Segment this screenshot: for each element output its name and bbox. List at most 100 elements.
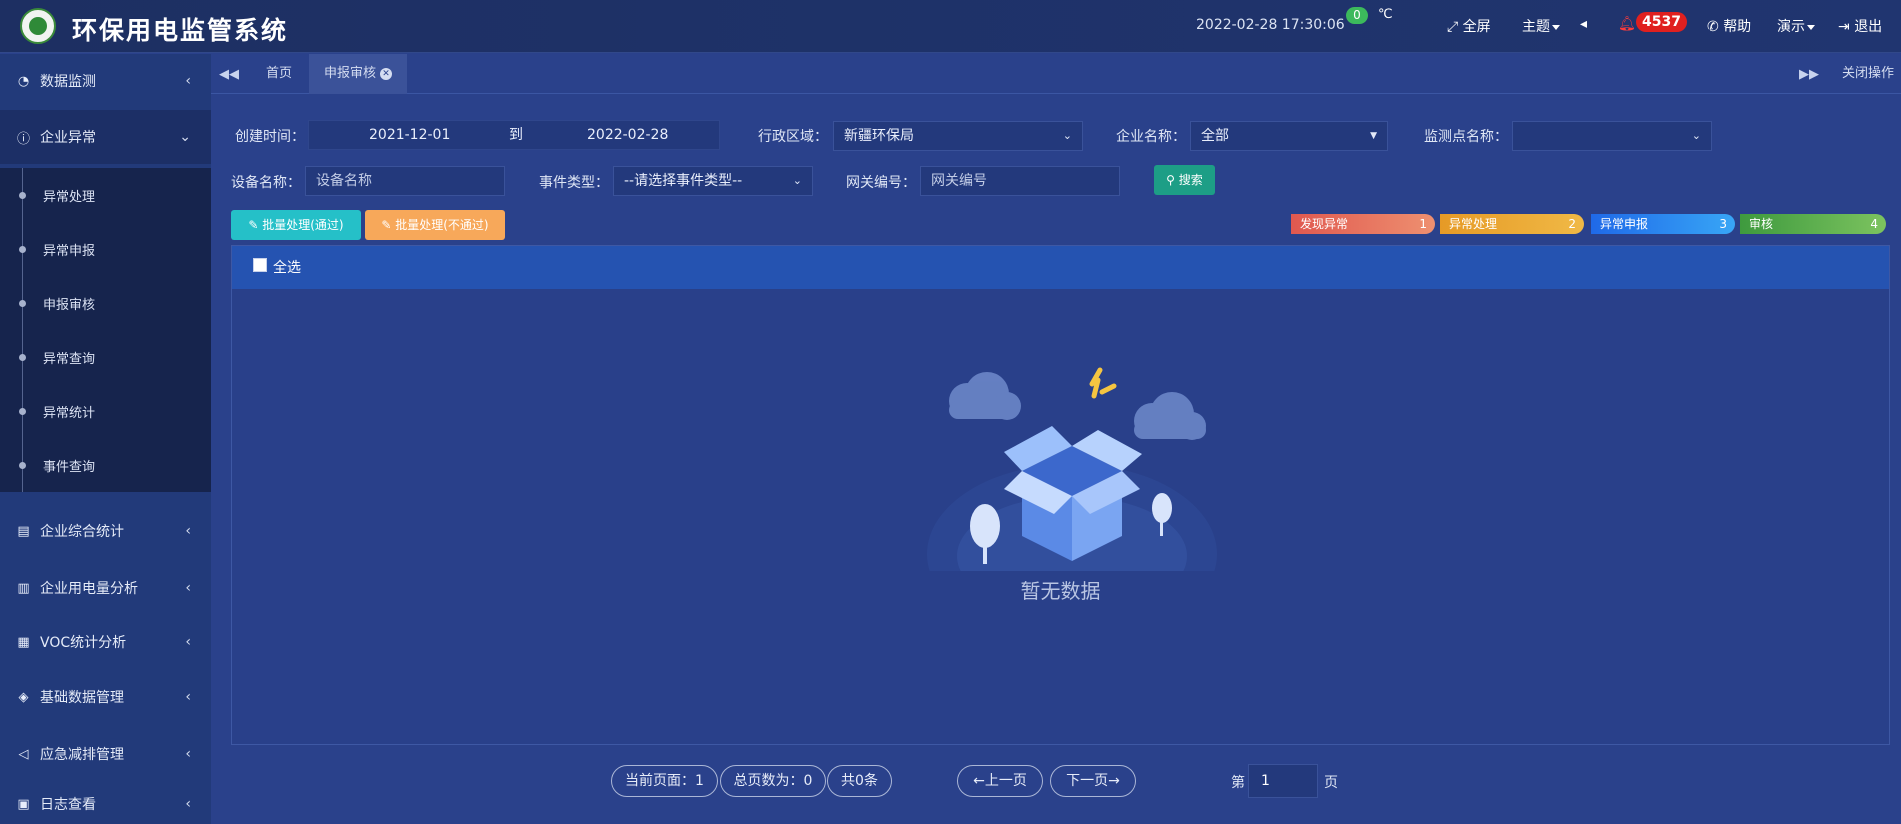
gateway-input[interactable]: 网关编号: [920, 166, 1120, 196]
pencil-icon: ✎: [248, 218, 259, 232]
tab-report-review[interactable]: 申报审核 ✕: [309, 54, 408, 94]
submenu-item-label: 异常查询: [43, 351, 96, 367]
sidebar-item-data-monitoring[interactable]: ◔ 数据监测 ‹: [0, 54, 211, 108]
submenu-item-event-query[interactable]: 事件查询: [0, 438, 211, 492]
pencil-icon: ✎: [381, 218, 392, 232]
search-icon: ⚲: [1166, 173, 1175, 187]
date-from-input[interactable]: 2021-12-01: [369, 121, 450, 149]
batch-pass-button[interactable]: ✎ 批量处理(通过): [231, 210, 361, 240]
temperature-unit: ℃: [1378, 7, 1393, 22]
double-left-icon: ◀◀: [219, 66, 239, 82]
step-number: 1: [1419, 217, 1427, 231]
total-count-info: 共0条: [827, 765, 892, 797]
submenu-item-label: 申报审核: [43, 297, 96, 313]
tab-home[interactable]: 首页: [251, 54, 307, 94]
calendar-icon: ▦: [17, 634, 30, 650]
bullet-icon: [19, 462, 26, 469]
company-select[interactable]: 全部 ▼: [1190, 121, 1388, 151]
submenu-item-label: 异常申报: [43, 243, 96, 259]
theme-menu[interactable]: 主题: [1522, 16, 1560, 36]
batch-pass-label: 批量处理(通过): [262, 218, 344, 232]
layers-icon: ◈: [18, 689, 29, 705]
sidebar: ◔ 数据监测 ‹ ⓘ 企业异常 ⌄ 异常处理 异常申报 申报审核 异常查询 异常…: [0, 54, 211, 824]
step-label: 异常处理: [1449, 217, 1498, 231]
step-review: 审核 4: [1740, 214, 1886, 234]
chevron-left-icon: ‹: [185, 73, 191, 89]
search-button[interactable]: ⚲ 搜索: [1154, 165, 1215, 195]
submenu-item-anomaly-stats[interactable]: 异常统计: [0, 384, 211, 438]
alert-circle-icon: ⓘ: [16, 131, 30, 147]
sidebar-item-voc-analysis[interactable]: ▦ VOC统计分析 ‹: [0, 615, 211, 669]
chevron-left-icon: ‹: [185, 523, 191, 539]
bullet-icon: [19, 246, 26, 253]
current-page-info: 当前页面：1: [611, 765, 718, 797]
event-type-select[interactable]: --请选择事件类型-- ⌄: [613, 166, 813, 196]
sidebar-item-label: VOC统计分析: [40, 635, 127, 651]
sidebar-item-power-analysis[interactable]: ▥ 企业用电量分析 ‹: [0, 561, 211, 615]
batch-reject-button[interactable]: ✎ 批量处理(不通过): [365, 210, 505, 240]
device-name-input[interactable]: 设备名称: [305, 166, 505, 196]
submenu-item-anomaly-report[interactable]: 异常申报: [0, 222, 211, 276]
help-button[interactable]: ✆ 帮助: [1707, 16, 1751, 36]
table-header: 全选: [232, 246, 1889, 289]
date-range-field[interactable]: 2021-12-01 到 2022-02-28: [308, 120, 720, 150]
total-pages-info: 总页数为：0: [720, 765, 826, 797]
bullet-icon: [19, 408, 26, 415]
chevron-down-icon: ⌄: [1691, 129, 1701, 142]
datetime-display: 2022-02-28 17:30:06: [1196, 17, 1345, 33]
data-table: 全选 暂无数据: [231, 245, 1890, 745]
demo-menu[interactable]: 演示: [1777, 16, 1815, 36]
sidebar-item-label: 企业综合统计: [40, 524, 124, 540]
submenu-item-label: 异常处理: [43, 189, 96, 205]
app-title: 环保用电监管系统: [72, 16, 289, 45]
chevron-left-icon: ‹: [185, 634, 191, 650]
bar-chart-icon: ▥: [17, 580, 30, 596]
step-anomaly-report: 异常申报 3: [1591, 214, 1735, 234]
fullscreen-icon: ⤢: [1447, 19, 1459, 35]
bell-icon[interactable]: 🔔︎: [1618, 16, 1636, 32]
sidebar-item-base-data[interactable]: ◈ 基础数据管理 ‹: [0, 670, 211, 724]
region-select[interactable]: 新疆环保局 ⌄: [833, 121, 1083, 151]
sidebar-item-enterprise-stats[interactable]: ▤ 企业综合统计 ‹: [0, 504, 211, 558]
collapse-left-button[interactable]: ◂: [1580, 16, 1587, 32]
bullet-icon: [19, 192, 26, 199]
device-name-label: 设备名称：: [231, 175, 301, 191]
prev-page-button[interactable]: ←上一页: [957, 765, 1043, 797]
region-label: 行政区域：: [758, 129, 828, 145]
fullscreen-button[interactable]: ⤢ 全屏: [1447, 16, 1491, 36]
dashboard-icon: ◔: [17, 73, 30, 89]
tab-scroll-left-button[interactable]: ◀◀: [211, 54, 247, 94]
submenu-item-anomaly-handling[interactable]: 异常处理: [0, 168, 211, 222]
created-time-label: 创建时间：: [235, 129, 305, 145]
sidebar-item-enterprise-anomaly[interactable]: ⓘ 企业异常 ⌄: [0, 110, 211, 164]
tab-label: 申报审核: [324, 66, 377, 81]
submenu-item-anomaly-query[interactable]: 异常查询: [0, 330, 211, 384]
sidebar-item-logs[interactable]: ▣ 日志查看 ‹: [0, 784, 211, 824]
event-type-label: 事件类型：: [539, 175, 609, 191]
chevron-down-icon: ⌄: [1062, 129, 1072, 142]
logout-button[interactable]: ⇥ 退出: [1838, 16, 1882, 36]
next-page-button[interactable]: 下一页→: [1050, 765, 1136, 797]
sidebar-item-label: 应急减排管理: [40, 747, 124, 763]
double-right-icon: ▶▶: [1799, 66, 1819, 82]
step-number: 3: [1719, 217, 1727, 231]
date-to-input[interactable]: 2022-02-28: [587, 121, 668, 149]
notification-badge[interactable]: 4537: [1636, 12, 1687, 32]
log-icon: ▣: [17, 796, 30, 812]
sidebar-item-emergency[interactable]: ◁ 应急减排管理 ‹: [0, 727, 211, 781]
select-all-checkbox[interactable]: [253, 258, 267, 272]
page-number-input[interactable]: 1: [1248, 764, 1318, 798]
close-icon[interactable]: ✕: [380, 67, 393, 80]
logout-label: 退出: [1854, 19, 1883, 35]
company-label: 企业名称：: [1116, 129, 1186, 145]
submenu-item-report-review[interactable]: 申报审核: [0, 276, 211, 330]
step-label: 异常申报: [1600, 217, 1649, 231]
tab-scroll-right-button[interactable]: ▶▶: [1791, 54, 1827, 94]
step-anomaly-handling: 异常处理 2: [1440, 214, 1584, 234]
fullscreen-label: 全屏: [1462, 19, 1491, 35]
close-operations-button[interactable]: 关闭操作: [1827, 54, 1894, 94]
bullet-icon: [19, 300, 26, 307]
presentation-icon: ▤: [17, 523, 30, 539]
monitor-point-select[interactable]: ⌄: [1512, 121, 1712, 151]
chevron-left-icon: ‹: [185, 689, 191, 705]
